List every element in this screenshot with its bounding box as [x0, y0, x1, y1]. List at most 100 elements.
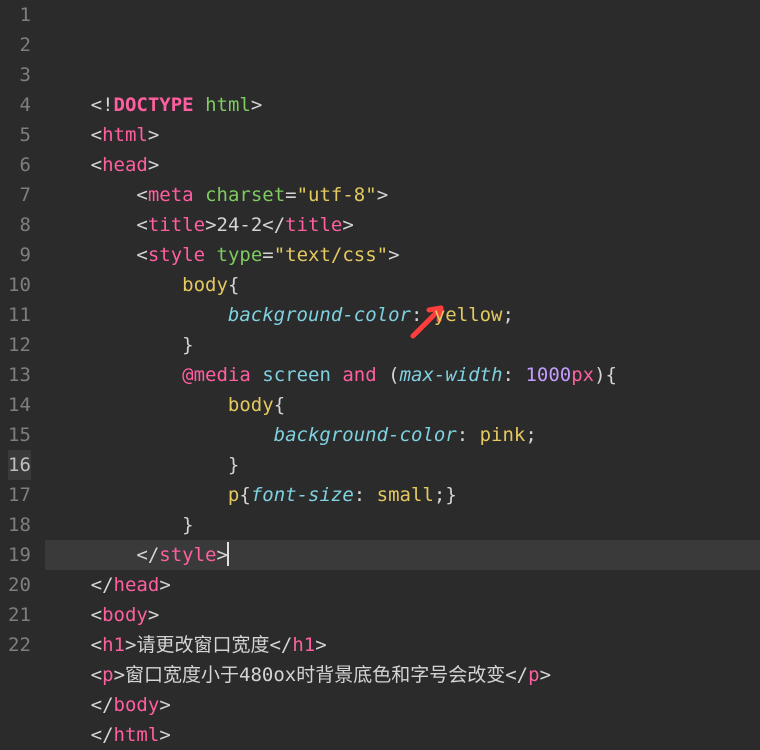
code-line[interactable]: body{: [45, 270, 760, 300]
line-number: 7: [8, 180, 31, 210]
code-line[interactable]: </body>: [45, 690, 760, 720]
token-tag: style: [159, 544, 216, 566]
code-line[interactable]: body{: [45, 390, 760, 420]
code-line[interactable]: <body>: [45, 600, 760, 630]
code-area[interactable]: <!DOCTYPE html> <html> <head> <meta char…: [45, 0, 760, 660]
token-p: [45, 184, 137, 206]
code-line[interactable]: <html>: [45, 120, 760, 150]
token-punct: >: [251, 94, 262, 116]
code-line[interactable]: <style type="text/css">: [45, 240, 760, 270]
code-line[interactable]: }: [45, 510, 760, 540]
token-num: 1000: [525, 364, 571, 386]
token-p: [194, 94, 205, 116]
code-line[interactable]: </head>: [45, 570, 760, 600]
token-tag: html: [102, 124, 148, 146]
token-p: [45, 214, 137, 236]
token-punct: <: [136, 184, 147, 206]
token-brace: {: [239, 484, 250, 506]
line-number: 2: [8, 30, 31, 60]
token-brace: }: [228, 454, 239, 476]
token-p: [45, 274, 182, 296]
token-p: [45, 454, 228, 476]
token-p: [45, 304, 228, 326]
token-punct: >: [114, 664, 125, 686]
token-p: [45, 514, 182, 536]
token-attr: type: [217, 244, 263, 266]
token-prop: background-color: [228, 304, 411, 326]
line-number: 20: [8, 570, 31, 600]
token-sel: body: [228, 394, 274, 416]
token-semi: :: [354, 484, 377, 506]
token-string: "text/css": [274, 244, 388, 266]
token-p: [45, 574, 91, 596]
token-p: [331, 364, 342, 386]
token-p: [45, 664, 91, 686]
token-sel: p: [228, 484, 239, 506]
token-punct: <: [91, 604, 102, 626]
token-punct: </: [262, 214, 285, 236]
token-brace: }: [445, 484, 456, 506]
code-line[interactable]: p{font-size: small;}: [45, 480, 760, 510]
token-punct: =: [262, 244, 273, 266]
token-brace: {: [228, 274, 239, 296]
token-punct: </: [91, 574, 114, 596]
line-number: 9: [8, 240, 31, 270]
line-number: 19: [8, 540, 31, 570]
token-punct: >: [342, 214, 353, 236]
code-line[interactable]: <head>: [45, 150, 760, 180]
line-number: 21: [8, 600, 31, 630]
token-tag: title: [285, 214, 342, 236]
token-punct: <: [136, 244, 147, 266]
code-line[interactable]: }: [45, 450, 760, 480]
token-punct: >: [159, 574, 170, 596]
code-line[interactable]: <p>窗口宽度小于480ox时背景底色和字号会改变</p>: [45, 660, 760, 690]
code-line[interactable]: <h1>请更改窗口宽度</h1>: [45, 630, 760, 660]
code-line[interactable]: }: [45, 330, 760, 360]
code-line[interactable]: background-color: yellow;: [45, 300, 760, 330]
token-and: and: [342, 364, 376, 386]
token-punct: >: [159, 694, 170, 716]
token-p: [45, 364, 182, 386]
code-line[interactable]: @media screen and (max-width: 1000px){: [45, 360, 760, 390]
token-brace: }: [182, 514, 193, 536]
token-tag: style: [148, 244, 205, 266]
code-line[interactable]: background-color: pink;: [45, 420, 760, 450]
token-punct: <: [91, 124, 102, 146]
code-line[interactable]: </html>: [45, 720, 760, 750]
token-punct: >: [388, 244, 399, 266]
token-punct: </: [269, 634, 292, 656]
token-prop: background-color: [274, 424, 457, 446]
token-punct: <: [91, 154, 102, 176]
token-punct: >: [159, 724, 170, 746]
token-tag: meta: [148, 184, 194, 206]
code-line[interactable]: <meta charset="utf-8">: [45, 180, 760, 210]
code-line[interactable]: <title>24-2</title>: [45, 210, 760, 240]
token-p: [45, 244, 137, 266]
line-number: 5: [8, 120, 31, 150]
code-line[interactable]: </style>: [45, 540, 760, 570]
code-line[interactable]: <!DOCTYPE html>: [45, 90, 760, 120]
token-p: [45, 334, 182, 356]
line-number: 18: [8, 510, 31, 540]
token-mediakw: screen: [262, 364, 331, 386]
token-tag: h1: [102, 634, 125, 656]
line-number: 13: [8, 360, 31, 390]
token-p: [194, 184, 205, 206]
token-unit: px: [571, 364, 594, 386]
text-cursor: [227, 542, 229, 566]
token-cssval: small: [377, 484, 434, 506]
line-number: 17: [8, 480, 31, 510]
line-number: 22: [8, 630, 31, 660]
token-text: 24-2: [217, 214, 263, 236]
code-editor[interactable]: 12345678910111213141516171819202122 <!DO…: [0, 0, 760, 660]
token-semi: :: [503, 364, 526, 386]
token-paren: ): [594, 364, 605, 386]
line-number: 15: [8, 420, 31, 450]
token-punct: <: [91, 664, 102, 686]
token-p: [45, 394, 228, 416]
token-tag: body: [114, 694, 160, 716]
token-p: [45, 154, 91, 176]
token-atkw: @media: [182, 364, 251, 386]
token-p: [45, 484, 228, 506]
token-tag: p: [102, 664, 113, 686]
